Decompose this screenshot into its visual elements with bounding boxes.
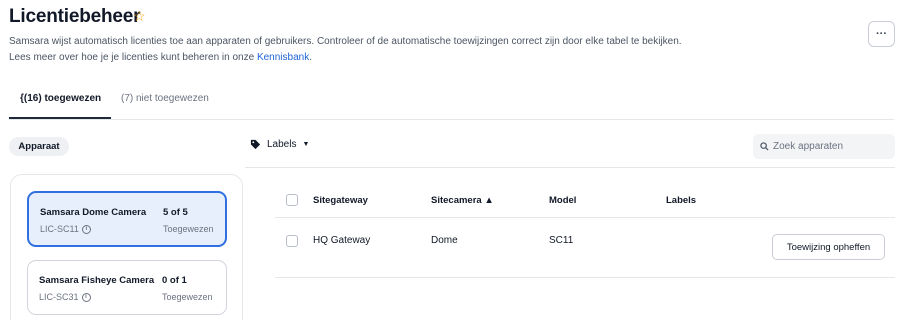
- tabs-divider: [9, 119, 894, 120]
- license-code: LIC-SC31 i: [39, 292, 91, 302]
- active-tab-indicator: [9, 117, 111, 119]
- cell-sitecamera: Dome: [431, 235, 458, 246]
- tag-icon: [250, 139, 261, 150]
- license-code: LIC-SC11 i: [40, 224, 91, 234]
- column-header-model[interactable]: Model: [549, 195, 576, 206]
- cell-model: SC11: [549, 235, 574, 246]
- tab-assigned[interactable]: {(16) toegewezen: [20, 93, 101, 104]
- cell-sitegateway: HQ Gateway: [313, 235, 371, 246]
- labels-dropdown-button[interactable]: Labels ▼: [250, 139, 309, 150]
- info-icon[interactable]: i: [81, 292, 91, 302]
- select-all-checkbox[interactable]: [286, 194, 298, 206]
- star-icon[interactable]: ☆: [133, 9, 146, 23]
- page-title: Licentiebeheer: [9, 6, 141, 27]
- license-name: Samsara Dome Camera: [40, 207, 147, 218]
- toolbar-divider: [245, 167, 895, 168]
- caret-down-icon: ▼: [302, 141, 310, 148]
- knowledge-base-link[interactable]: Kennisbank: [257, 52, 309, 63]
- unassign-button[interactable]: Toewijzing opheffen: [772, 234, 885, 260]
- license-status: Toegewezen: [163, 224, 214, 234]
- table-header-divider: [275, 217, 895, 218]
- tab-unassigned[interactable]: (7) niet toegewezen: [121, 93, 209, 104]
- table-row-divider: [275, 277, 895, 278]
- page-description: Samsara wijst automatisch licenties toe …: [9, 34, 682, 66]
- license-card-dome[interactable]: Samsara Dome Camera LIC-SC11 i 5 of 5 To…: [27, 191, 227, 247]
- device-filter-chip[interactable]: Apparaat: [9, 137, 69, 156]
- description-line-2: Lees meer over hoe je je licenties kunt …: [9, 52, 312, 63]
- info-icon[interactable]: i: [81, 224, 91, 234]
- search-icon: [760, 142, 769, 151]
- column-header-sitecamera[interactable]: Sitecamera ▲: [431, 195, 494, 206]
- license-card-fisheye[interactable]: Samsara Fisheye Camera LIC-SC31 i 0 of 1…: [27, 260, 227, 315]
- column-header-sitegateway[interactable]: Sitegateway: [313, 195, 368, 206]
- description-line-1: Samsara wijst automatisch licenties toe …: [9, 36, 682, 47]
- device-search[interactable]: [753, 134, 895, 159]
- row-checkbox[interactable]: [286, 235, 298, 247]
- search-input[interactable]: [773, 141, 891, 152]
- more-options-button[interactable]: ···: [868, 21, 895, 47]
- labels-button-label: Labels: [267, 139, 297, 150]
- column-header-labels[interactable]: Labels: [666, 195, 696, 206]
- license-count: 5 of 5: [163, 207, 188, 218]
- license-name: Samsara Fisheye Camera: [39, 275, 155, 286]
- license-count: 0 of 1: [162, 275, 187, 286]
- license-status: Toegewezen: [162, 292, 213, 302]
